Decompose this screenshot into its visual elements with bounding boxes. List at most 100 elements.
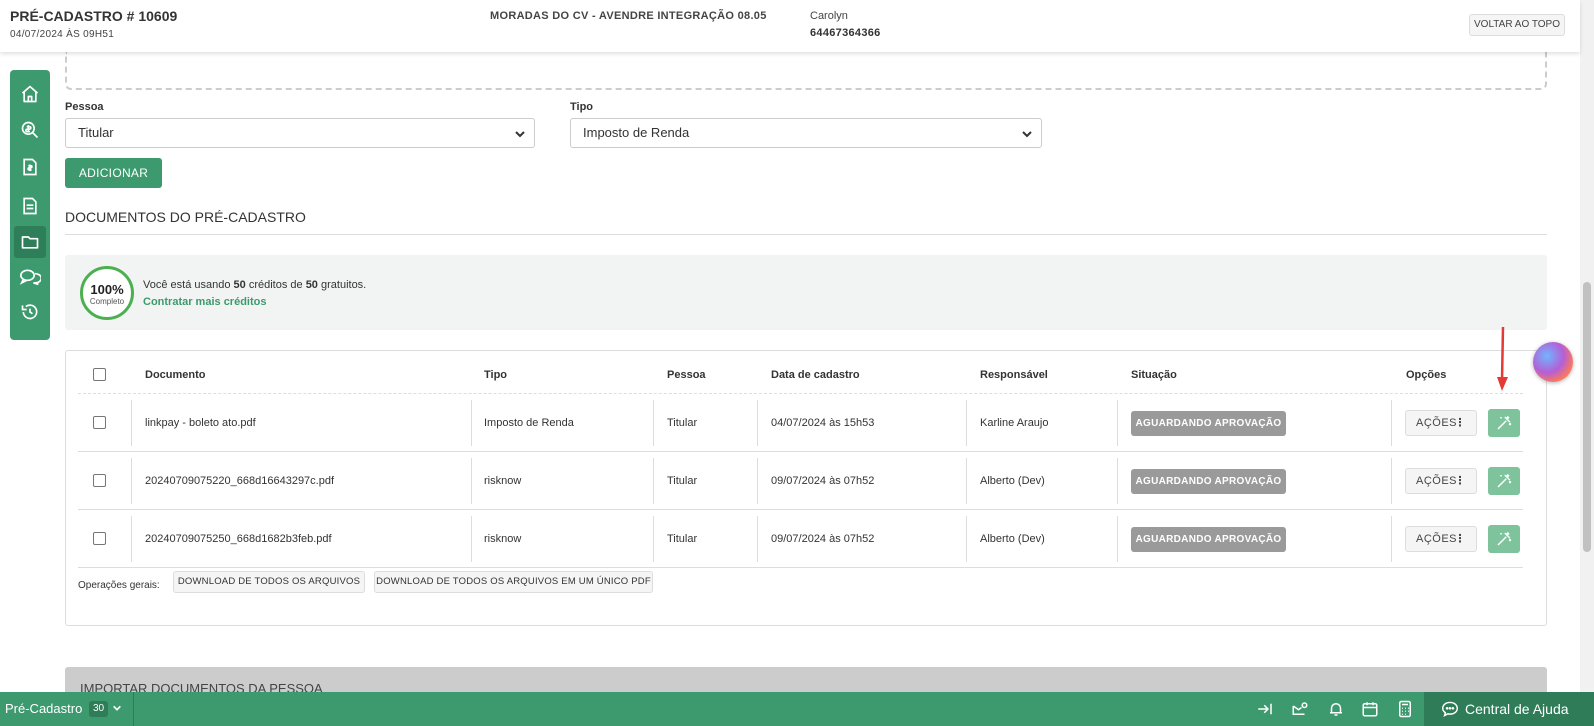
created-date: 04/07/2024 ÀS 09H51 <box>10 29 115 40</box>
column-divider <box>471 458 472 504</box>
chat-icon <box>19 269 41 286</box>
column-divider <box>1117 400 1118 446</box>
buy-credits-link[interactable]: Contratar mais créditos <box>143 296 266 308</box>
more-vertical-icon: ⋮ <box>1454 475 1466 487</box>
calendar-icon[interactable] <box>1361 700 1379 718</box>
search-money-icon <box>21 121 39 139</box>
user-name: Carolyn <box>810 10 848 22</box>
magic-wand-icon <box>1497 474 1512 488</box>
column-divider <box>1391 400 1392 446</box>
magic-wand-icon <box>1497 532 1512 546</box>
cell-tipo: Imposto de Renda <box>484 417 574 429</box>
cell-responsavel: Alberto (Dev) <box>980 475 1045 487</box>
documents-section-title: DOCUMENTOS DO PRÉ-CADASTRO <box>65 209 306 225</box>
status-badge: AGUARDANDO APROVAÇÃO <box>1131 411 1286 436</box>
download-single-pdf-button[interactable]: DOWNLOAD DE TODOS OS ARQUIVOS EM UM ÚNIC… <box>374 571 653 593</box>
magic-wand-button[interactable] <box>1488 525 1520 553</box>
magic-wand-button[interactable] <box>1488 467 1520 495</box>
collapse-right-icon[interactable] <box>1256 700 1274 718</box>
add-document-button[interactable]: ADICIONAR <box>65 158 162 188</box>
cell-documento: 20240709075250_668d1682b3feb.pdf <box>145 533 332 545</box>
bell-icon[interactable] <box>1327 700 1345 718</box>
status-badge: AGUARDANDO APROVAÇÃO <box>1131 469 1286 494</box>
company-name: MORADAS DO CV - AVENDRE INTEGRAÇÃO 08.05 <box>490 10 767 22</box>
column-header-data: Data de cadastro <box>771 369 860 381</box>
row-checkbox[interactable] <box>93 474 106 487</box>
column-header-documento: Documento <box>145 369 206 381</box>
calculator-icon[interactable] <box>1396 700 1414 718</box>
magic-wand-button[interactable] <box>1488 409 1520 437</box>
sidebar-item-document[interactable] <box>14 190 46 222</box>
column-header-tipo: Tipo <box>484 369 508 381</box>
row-checkbox[interactable] <box>93 416 106 429</box>
sidebar-item-messages[interactable] <box>14 261 46 293</box>
cell-tipo: risknow <box>484 475 522 487</box>
column-divider <box>653 458 654 504</box>
cell-data: 09/07/2024 às 07h52 <box>771 475 875 487</box>
help-center-button[interactable]: Central de Ajuda <box>1424 692 1594 726</box>
assistant-orb-button[interactable] <box>1533 342 1573 382</box>
bottom-bar: Pré-Cadastro 30 Central de Ajuda <box>0 692 1594 726</box>
current-page-label: Pré-Cadastro <box>5 701 83 716</box>
chevron-down-icon <box>113 705 121 711</box>
column-divider <box>653 400 654 446</box>
cell-documento: linkpay - boleto ato.pdf <box>145 417 256 429</box>
user-phone: 64467364366 <box>810 27 881 39</box>
column-divider <box>966 400 967 446</box>
credits-usage-gauge: 100% Completo <box>80 266 134 320</box>
credits-usage-text: Você está usando 50 créditos de 50 gratu… <box>143 279 367 291</box>
row-checkbox[interactable] <box>93 532 106 545</box>
column-divider <box>131 458 132 504</box>
actions-dropdown-button[interactable]: AÇÕES ⋮ <box>1405 526 1477 552</box>
column-header-pessoa: Pessoa <box>667 369 706 381</box>
sidebar-item-home[interactable] <box>14 78 46 110</box>
download-all-button[interactable]: DOWNLOAD DE TODOS OS ARQUIVOS <box>173 571 365 593</box>
sidebar-item-search-financial[interactable] <box>14 114 46 146</box>
folder-icon <box>21 236 39 249</box>
annotation-arrow-icon <box>1497 326 1508 391</box>
sidebar-item-documents-folder[interactable] <box>14 226 46 258</box>
magic-wand-icon <box>1497 416 1512 430</box>
page-switcher[interactable]: Pré-Cadastro 30 <box>0 692 134 726</box>
scrollbar-thumb[interactable] <box>1583 282 1591 552</box>
column-divider <box>966 516 967 562</box>
column-divider <box>471 516 472 562</box>
select-all-checkbox[interactable] <box>93 368 106 381</box>
document-icon <box>23 197 37 215</box>
sidebar-item-history[interactable] <box>14 296 46 328</box>
general-operations-label: Operações gerais: <box>78 580 160 591</box>
tipo-select[interactable]: Imposto de Renda <box>570 118 1042 148</box>
home-icon <box>21 85 39 103</box>
help-center-label: Central de Ajuda <box>1465 701 1569 717</box>
history-icon <box>21 304 38 320</box>
back-to-top-button[interactable]: VOLTAR AO TOPO <box>1469 14 1565 36</box>
column-divider <box>757 458 758 504</box>
upload-drop-area[interactable] <box>65 52 1547 90</box>
mail-settings-icon[interactable] <box>1291 700 1309 718</box>
column-divider <box>131 400 132 446</box>
credits-usage-label: Completo <box>89 297 125 306</box>
column-header-opcoes: Opções <box>1406 369 1447 381</box>
invoice-icon <box>23 158 37 176</box>
table-row: linkpay - boleto ato.pdf Imposto de Rend… <box>78 394 1523 452</box>
cell-responsavel: Karline Araujo <box>980 417 1049 429</box>
actions-dropdown-button[interactable]: AÇÕES ⋮ <box>1405 410 1477 436</box>
column-divider <box>757 400 758 446</box>
cell-pessoa: Titular <box>667 417 698 429</box>
page-scrollbar[interactable] <box>1580 0 1594 692</box>
column-divider <box>653 516 654 562</box>
sidebar-item-invoice[interactable] <box>14 151 46 183</box>
more-vertical-icon: ⋮ <box>1454 533 1466 545</box>
credits-panel: 100% Completo Você está usando 50 crédit… <box>65 255 1547 330</box>
cell-pessoa: Titular <box>667 533 698 545</box>
pessoa-select[interactable]: Titular <box>65 118 535 148</box>
column-divider <box>471 400 472 446</box>
actions-dropdown-button[interactable]: AÇÕES ⋮ <box>1405 468 1477 494</box>
sidebar <box>10 70 50 340</box>
cell-data: 04/07/2024 às 15h53 <box>771 417 875 429</box>
documents-table: Documento Tipo Pessoa Data de cadastro R… <box>65 350 1547 626</box>
page-count-badge: 30 <box>89 701 109 717</box>
cell-documento: 20240709075220_668d16643297c.pdf <box>145 475 335 487</box>
cell-data: 09/07/2024 às 07h52 <box>771 533 875 545</box>
chevron-down-icon <box>515 131 525 138</box>
